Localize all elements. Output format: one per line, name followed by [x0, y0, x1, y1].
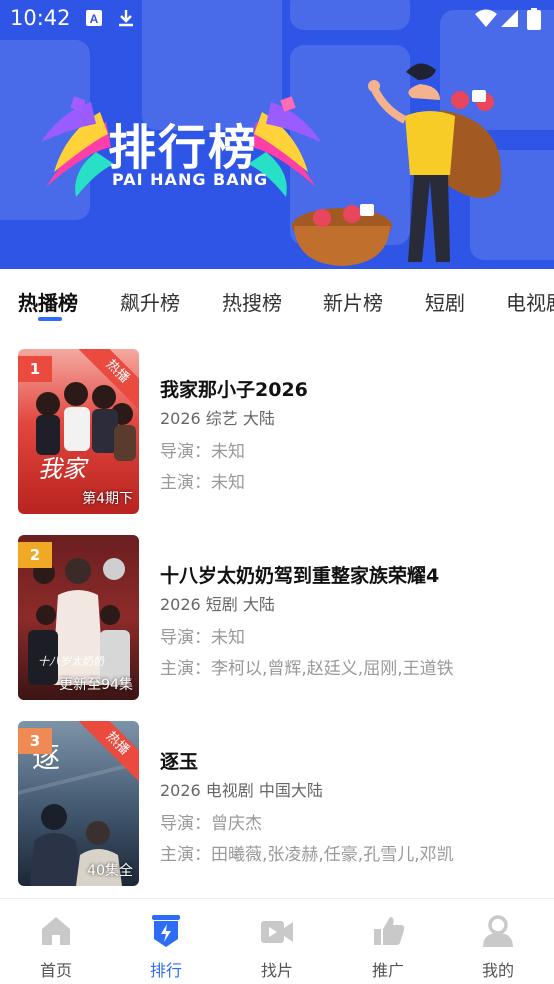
poster-caption: 40集全: [87, 863, 133, 879]
item-meta: 2026 综艺 大陆: [160, 409, 275, 428]
nav-label: 排行: [149, 961, 182, 980]
svg-text:A: A: [90, 12, 99, 26]
poster-logo-text: 我家: [38, 455, 89, 483]
thumbs-up-icon: [374, 917, 405, 945]
item-director: 导演：未知: [160, 442, 245, 462]
nav-promote[interactable]: 推广: [343, 907, 433, 984]
list-item[interactable]: 十八岁太奶奶 2 更新至94集 十八岁太奶奶驾到重整家族荣耀4 2026 短剧 …: [0, 535, 554, 703]
item-cast: 主演：李柯以,曾辉,赵廷义,屈刚,王道铁: [160, 659, 454, 679]
cellular-signal-icon: [501, 10, 518, 27]
status-time: 10:42: [10, 6, 71, 30]
wifi-icon: [475, 9, 497, 27]
tab-new-release[interactable]: 新片榜: [323, 287, 383, 316]
poster-image[interactable]: 十八岁太奶奶 2 更新至94集: [18, 535, 139, 700]
tab-rising[interactable]: 飙升榜: [120, 287, 180, 316]
item-director: 导演：曾庆杰: [160, 814, 262, 834]
poster-image[interactable]: 我家 1 热播 第4期下: [18, 349, 139, 514]
ranking-icon: [152, 915, 180, 947]
active-tab-indicator: [38, 317, 62, 321]
home-icon: [42, 917, 70, 945]
tab-tv-series[interactable]: 电视剧: [506, 287, 554, 316]
nav-label: 推广: [371, 961, 404, 980]
status-bar: 10:42 A: [0, 0, 554, 38]
ranking-banner: 10:42 A 排行榜 PAI HANG BANG: [0, 0, 554, 269]
item-meta: 2026 电视剧 中国大陆: [160, 781, 323, 800]
item-title[interactable]: 十八岁太奶奶驾到重整家族荣耀4: [160, 561, 439, 588]
item-director: 导演：未知: [160, 628, 245, 648]
tab-hot-search[interactable]: 热搜榜: [222, 287, 282, 316]
poster-caption: 第4期下: [82, 491, 133, 507]
rank-badge: 2: [18, 542, 52, 568]
poster-caption: 更新至94集: [59, 677, 133, 693]
tab-short-drama[interactable]: 短剧: [425, 287, 465, 316]
nav-label: 我的: [481, 961, 514, 980]
item-title[interactable]: 我家那小子2026: [160, 375, 308, 402]
banner-subtitle: PAI HANG BANG: [112, 170, 269, 189]
nav-ranking[interactable]: 排行: [121, 907, 211, 984]
battery-icon: [527, 8, 541, 30]
banner-title: 排行榜: [108, 120, 259, 176]
tab-hot-play[interactable]: 热播榜: [18, 287, 78, 316]
character-illustration: [292, 63, 502, 266]
ranking-tabs: 热播榜 飙升榜 热搜榜 新片榜 短剧 电视剧: [0, 270, 554, 332]
video-camera-icon: [261, 921, 293, 943]
item-meta: 2026 短剧 大陆: [160, 595, 275, 614]
item-title[interactable]: 逐玉: [160, 747, 198, 774]
list-item[interactable]: 我家 1 热播 第4期下 我家那小子2026 2026 综艺 大陆 导演：未知 …: [0, 349, 554, 517]
list-item[interactable]: 逐 3 热播 40集全 逐玉 2026 电视剧 中国大陆 导演：曾庆杰 主演：田…: [0, 721, 554, 889]
nav-mine[interactable]: 我的: [453, 907, 543, 984]
nav-home[interactable]: 首页: [11, 907, 101, 984]
font-notification-icon: A: [86, 10, 102, 26]
nav-label: 找片: [260, 961, 293, 980]
nav-label: 首页: [39, 961, 72, 980]
download-icon: [119, 10, 133, 27]
item-cast: 主演：田曦薇,张凌赫,任豪,孔雪儿,邓凯: [160, 845, 454, 865]
rank-badge: 3: [18, 728, 52, 754]
poster-image[interactable]: 逐 3 热播 40集全: [18, 721, 139, 886]
item-cast: 主演：未知: [160, 473, 245, 493]
ranking-page: 10:42 A 排行榜 PAI HANG BANG 热播榜 飙升榜 热搜榜 新片…: [0, 0, 554, 984]
nav-find-video[interactable]: 找片: [232, 907, 322, 984]
poster-logo-text: 十八岁太奶奶: [38, 655, 105, 668]
user-icon: [483, 915, 513, 947]
rank-badge: 1: [18, 356, 52, 382]
bottom-navigation: 首页 排行 找片 推广 我的: [0, 898, 554, 984]
